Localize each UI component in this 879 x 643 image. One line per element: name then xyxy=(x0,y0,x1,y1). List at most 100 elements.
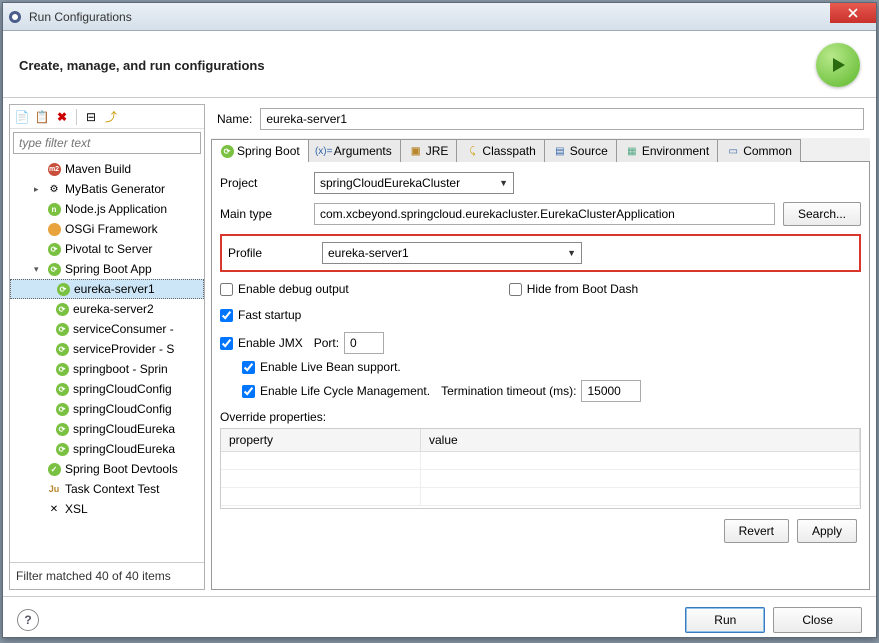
tree-child-item[interactable]: ⟳eureka-server2 xyxy=(10,299,204,319)
live-bean-checkbox[interactable]: Enable Live Bean support. xyxy=(242,360,861,374)
tree-item[interactable]: ✓Spring Boot Devtools xyxy=(10,459,204,479)
profile-label: Profile xyxy=(228,246,314,260)
tab-source[interactable]: ▤Source xyxy=(544,139,617,162)
tree-item[interactable]: ⟳Pivotal tc Server xyxy=(10,239,204,259)
override-table[interactable]: property value xyxy=(220,428,861,509)
tree-item[interactable]: ▾⟳Spring Boot App xyxy=(10,259,204,279)
tree-item[interactable]: OSGi Framework xyxy=(10,219,204,239)
lifecycle-input[interactable] xyxy=(242,385,255,398)
hide-bootdash-checkbox[interactable]: Hide from Boot Dash xyxy=(509,282,638,296)
override-label: Override properties: xyxy=(220,410,861,424)
filter-input[interactable] xyxy=(13,132,201,154)
chevron-down-icon: ▼ xyxy=(567,248,576,258)
config-tree[interactable]: m2Maven Build▸⚙MyBatis GeneratornNode.js… xyxy=(10,157,204,562)
spring-icon: ⟳ xyxy=(54,361,70,377)
tab-spring-boot[interactable]: ⟳Spring Boot xyxy=(211,139,309,162)
new-config-icon[interactable]: 📄 xyxy=(14,109,30,125)
tab-jre[interactable]: ▣JRE xyxy=(400,139,458,162)
tree-child-item[interactable]: ⟳springCloudEureka xyxy=(10,419,204,439)
left-panel: 📄 📋 ✖ ⊟ ⤴ m2Maven Build▸⚙MyBatis Generat… xyxy=(9,104,205,590)
tree-item[interactable]: JuTask Context Test xyxy=(10,479,204,499)
enable-debug-input[interactable] xyxy=(220,283,233,296)
tree-child-item[interactable]: ⟳springCloudConfig xyxy=(10,379,204,399)
override-body[interactable] xyxy=(221,452,860,508)
tree-label: springCloudEureka xyxy=(73,422,175,436)
tab-classpath[interactable]: ⤹Classpath xyxy=(456,139,544,162)
port-input[interactable] xyxy=(344,332,384,354)
tab-label: Classpath xyxy=(482,144,535,158)
close-button[interactable]: Close xyxy=(773,607,862,633)
tree-child-item[interactable]: ⟳eureka-server1 xyxy=(10,279,204,299)
term-timeout-label: Termination timeout (ms): xyxy=(441,384,576,398)
tree-item[interactable]: ✕XSL xyxy=(10,499,204,519)
tab-label: Environment xyxy=(642,144,709,158)
tree-icon: ✓ xyxy=(46,461,62,477)
tree-item[interactable]: nNode.js Application xyxy=(10,199,204,219)
help-button[interactable]: ? xyxy=(17,609,39,631)
chevron-down-icon: ▼ xyxy=(499,178,508,188)
window-close-button[interactable] xyxy=(830,3,876,23)
profile-combo[interactable]: eureka-server1 ▼ xyxy=(322,242,582,264)
tab-icon: (x)= xyxy=(317,144,331,158)
dialog-title: Create, manage, and run configurations xyxy=(19,58,265,73)
search-button[interactable]: Search... xyxy=(783,202,861,226)
live-bean-input[interactable] xyxy=(242,361,255,374)
tree-item[interactable]: ▸⚙MyBatis Generator xyxy=(10,179,204,199)
tree-child-item[interactable]: ⟳springCloudEureka xyxy=(10,439,204,459)
tab-content: Project springCloudEurekaCluster ▼ Main … xyxy=(211,162,870,590)
name-input[interactable] xyxy=(260,108,864,130)
tree-item[interactable]: m2Maven Build xyxy=(10,159,204,179)
tree-label: OSGi Framework xyxy=(65,222,158,236)
tab-label: Common xyxy=(743,144,792,158)
tab-icon: ▭ xyxy=(726,144,740,158)
dialog-header: Create, manage, and run configurations xyxy=(3,31,876,98)
fast-startup-input[interactable] xyxy=(220,309,233,322)
dialog-body: 📄 📋 ✖ ⊟ ⤴ m2Maven Build▸⚙MyBatis Generat… xyxy=(3,98,876,596)
tab-icon: ⤹ xyxy=(465,144,479,158)
close-icon xyxy=(848,8,858,18)
tree-label: springboot - Sprin xyxy=(73,362,168,376)
apply-button[interactable]: Apply xyxy=(797,519,857,543)
enable-jmx-label: Enable JMX xyxy=(238,336,303,350)
hide-bootdash-input[interactable] xyxy=(509,283,522,296)
port-label: Port: xyxy=(314,336,339,350)
profile-row: Profile eureka-server1 ▼ xyxy=(228,242,853,264)
tab-common[interactable]: ▭Common xyxy=(717,139,801,162)
tree-child-item[interactable]: ⟳springCloudConfig xyxy=(10,399,204,419)
revert-button[interactable]: Revert xyxy=(724,519,789,543)
tree-label: Spring Boot Devtools xyxy=(65,462,178,476)
filter-status: Filter matched 40 of 40 items xyxy=(10,562,204,589)
duplicate-icon[interactable]: 📋 xyxy=(34,109,50,125)
delete-icon[interactable]: ✖ xyxy=(54,109,70,125)
tab-arguments[interactable]: (x)=Arguments xyxy=(308,139,401,162)
tab-label: Source xyxy=(570,144,608,158)
spring-icon: ⟳ xyxy=(54,341,70,357)
tree-toolbar: 📄 📋 ✖ ⊟ ⤴ xyxy=(10,105,204,129)
tab-label: Spring Boot xyxy=(237,144,300,158)
tab-label: Arguments xyxy=(334,144,392,158)
titlebar[interactable]: Run Configurations xyxy=(3,3,876,31)
spring-icon: ⟳ xyxy=(54,421,70,437)
run-large-button[interactable] xyxy=(816,43,860,87)
enable-debug-checkbox[interactable]: Enable debug output xyxy=(220,282,349,296)
name-label: Name: xyxy=(217,112,252,126)
tab-environment[interactable]: ▦Environment xyxy=(616,139,718,162)
fast-startup-checkbox[interactable]: Fast startup xyxy=(220,308,861,322)
tree-label: Maven Build xyxy=(65,162,131,176)
tree-icon: ⟳ xyxy=(46,261,62,277)
enable-jmx-input[interactable] xyxy=(220,337,233,350)
project-combo[interactable]: springCloudEurekaCluster ▼ xyxy=(314,172,514,194)
tree-child-item[interactable]: ⟳serviceProvider - S xyxy=(10,339,204,359)
tree-icon xyxy=(46,221,62,237)
tree-child-item[interactable]: ⟳springboot - Sprin xyxy=(10,359,204,379)
spring-icon: ⟳ xyxy=(54,401,70,417)
maintype-input[interactable] xyxy=(314,203,775,225)
collapse-all-icon[interactable]: ⊟ xyxy=(83,109,99,125)
app-icon xyxy=(7,9,23,25)
run-button[interactable]: Run xyxy=(685,607,765,633)
spring-icon: ⟳ xyxy=(54,381,70,397)
filter-icon[interactable]: ⤴ xyxy=(103,109,119,125)
tree-child-item[interactable]: ⟳serviceConsumer - xyxy=(10,319,204,339)
term-timeout-input[interactable] xyxy=(581,380,641,402)
spring-icon: ⟳ xyxy=(54,301,70,317)
